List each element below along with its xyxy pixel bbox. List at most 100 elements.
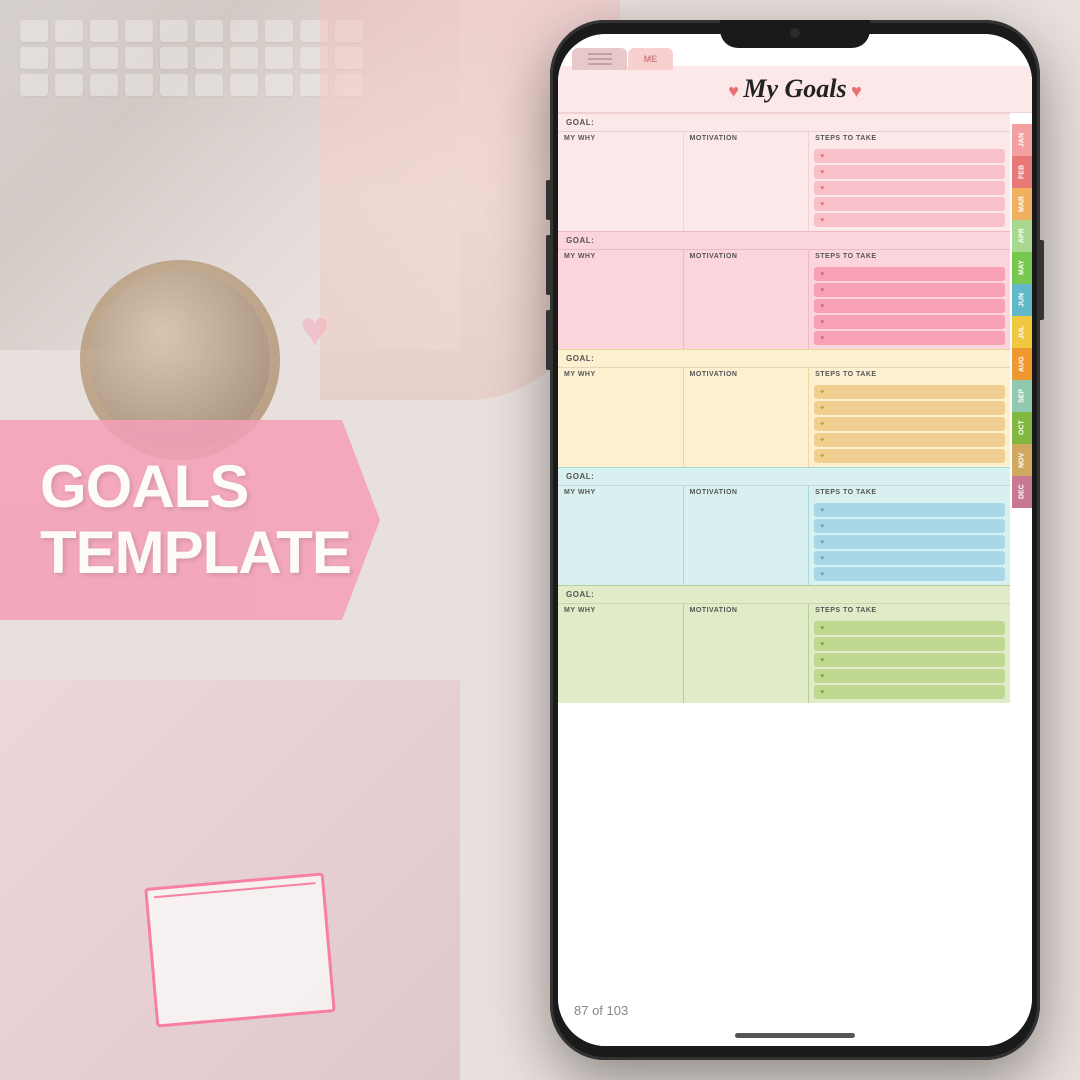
step-2-4: ♥ [814, 315, 1005, 329]
tab-lines [588, 53, 612, 65]
month-tab-apr: APR [1012, 220, 1032, 252]
month-tab-aug: AUG [1012, 348, 1032, 380]
planner-title-area: ♥ My Goals ♥ [558, 66, 1032, 113]
goal-5-table: MY WHY MOTIVATION STEPS TO TAKE ♥ ♥ [558, 603, 1010, 703]
keyboard-keys [20, 20, 365, 96]
goal-4-steps-col: ♥ ♥ ♥ ♥ ♥ [809, 499, 1010, 585]
step-1-2: ♥ [814, 165, 1005, 179]
month-tab-mar: MAR [1012, 188, 1032, 220]
step-5-5: ♥ [814, 685, 1005, 699]
col-header-motivation-4: MOTIVATION [684, 486, 809, 499]
goal-section-3: GOAL: MY WHY MOTIVATION STEPS TO TAKE [558, 349, 1010, 467]
step-4-4: ♥ [814, 551, 1005, 565]
col-header-why-5: MY WHY [558, 604, 683, 617]
goal-2-motivation-cell [684, 263, 809, 333]
step-2-3: ♥ [814, 299, 1005, 313]
planner-tab-me: ME [628, 48, 673, 70]
col-header-motivation-2: MOTIVATION [684, 250, 809, 263]
month-tab-oct: OCT [1012, 412, 1032, 444]
heart-right: ♥ [851, 81, 862, 101]
goal-4-why-cell [558, 499, 683, 569]
step-5-1: ♥ [814, 621, 1005, 635]
goal-1-motivation-cell [684, 145, 809, 215]
goal-1-header: GOAL: [558, 113, 1010, 131]
step-1-3: ♥ [814, 181, 1005, 195]
goal-1-why-cell [558, 145, 683, 215]
goal-section-4: GOAL: MY WHY MOTIVATION STEPS TO TAKE [558, 467, 1010, 585]
month-tab-may: MAY [1012, 252, 1032, 284]
col-header-steps-3: STEPS TO TAKE [809, 368, 1010, 381]
col-header-why-2: MY WHY [558, 250, 683, 263]
phone-btn-power [1040, 240, 1044, 320]
goal-3-why-cell [558, 381, 683, 451]
goal-section-1: GOAL: MY WHY MOTIVATION STEPS TO TAKE [558, 113, 1010, 231]
phone-frame: ME ♥ My Goals ♥ JAN FEB MAR APR MAY JUN … [550, 20, 1040, 1060]
step-4-2: ♥ [814, 519, 1005, 533]
step-3-1: ♥ [814, 385, 1005, 399]
bg-heart-decoration: ♥ [300, 300, 330, 358]
goal-5-motivation-cell [684, 617, 809, 697]
step-1-5: ♥ [814, 213, 1005, 227]
col-header-why-4: MY WHY [558, 486, 683, 499]
col-header-why-3: MY WHY [558, 368, 683, 381]
phone-btn-vol-down [546, 310, 550, 370]
step-1-4: ♥ [814, 197, 1005, 211]
phone-screen: ME ♥ My Goals ♥ JAN FEB MAR APR MAY JUN … [558, 34, 1032, 1046]
month-tab-feb: FEB [1012, 156, 1032, 188]
goal-4-table: MY WHY MOTIVATION STEPS TO TAKE ♥ ♥ [558, 485, 1010, 585]
planner-title: My Goals [743, 74, 846, 103]
bg-notebook [144, 872, 336, 1027]
col-header-steps-5: STEPS TO TAKE [809, 604, 1010, 617]
step-2-2: ♥ [814, 283, 1005, 297]
step-3-3: ♥ [814, 417, 1005, 431]
step-5-4: ♥ [814, 669, 1005, 683]
goal-2-header: GOAL: [558, 231, 1010, 249]
step-2-5: ♥ [814, 331, 1005, 345]
step-4-1: ♥ [814, 503, 1005, 517]
step-2-1: ♥ [814, 267, 1005, 281]
step-4-5: ♥ [814, 567, 1005, 581]
month-tab-jun: JUN [1012, 284, 1032, 316]
phone-btn-vol-up [546, 235, 550, 295]
month-tab-dec: DEC [1012, 476, 1032, 508]
goal-section-2: GOAL: MY WHY MOTIVATION STEPS TO TAKE [558, 231, 1010, 349]
label-text: GOALSTEMPLATE [40, 454, 351, 586]
step-4-3: ♥ [814, 535, 1005, 549]
goal-1-steps-col: ♥ ♥ ♥ ♥ ♥ [809, 145, 1010, 231]
goal-2-table: MY WHY MOTIVATION STEPS TO TAKE ♥ ♥ [558, 249, 1010, 349]
goal-3-header: GOAL: [558, 349, 1010, 367]
step-3-5: ♥ [814, 449, 1005, 463]
goals-list: GOAL: MY WHY MOTIVATION STEPS TO TAKE [558, 113, 1032, 1046]
col-header-motivation-3: MOTIVATION [684, 368, 809, 381]
planner-content: ME ♥ My Goals ♥ JAN FEB MAR APR MAY JUN … [558, 34, 1032, 1046]
col-header-steps-1: STEPS TO TAKE [809, 132, 1010, 145]
page-counter: 87 of 103 [574, 1003, 628, 1018]
phone-btn-mute [546, 180, 550, 220]
step-5-3: ♥ [814, 653, 1005, 667]
phone-home-indicator [735, 1033, 855, 1038]
goal-5-steps-col: ♥ ♥ ♥ ♥ ♥ [809, 617, 1010, 703]
goal-3-motivation-cell [684, 381, 809, 451]
goal-5-header: GOAL: [558, 585, 1010, 603]
step-5-2: ♥ [814, 637, 1005, 651]
goal-3-table: MY WHY MOTIVATION STEPS TO TAKE ♥ ♥ [558, 367, 1010, 467]
month-tab-jan: JAN [1012, 124, 1032, 156]
col-header-steps-2: STEPS TO TAKE [809, 250, 1010, 263]
goals-label-banner: GOALSTEMPLATE [0, 420, 380, 620]
step-3-4: ♥ [814, 433, 1005, 447]
goal-2-steps-col: ♥ ♥ ♥ ♥ ♥ [809, 263, 1010, 349]
goal-section-5: GOAL: MY WHY MOTIVATION STEPS TO TAKE [558, 585, 1010, 703]
month-tab-jul: JUL [1012, 316, 1032, 348]
col-header-motivation-5: MOTIVATION [684, 604, 809, 617]
planner-tab-icon [572, 48, 627, 70]
month-tab-sep: SEP [1012, 380, 1032, 412]
month-tabs: JAN FEB MAR APR MAY JUN JUL AUG SEP OCT … [1012, 124, 1032, 508]
col-header-steps-4: STEPS TO TAKE [809, 486, 1010, 499]
month-tab-nov: NOV [1012, 444, 1032, 476]
goal-5-why-cell [558, 617, 683, 697]
step-1-1: ♥ [814, 149, 1005, 163]
goal-1-table: MY WHY MOTIVATION STEPS TO TAKE ♥ ♥ [558, 131, 1010, 231]
step-3-2: ♥ [814, 401, 1005, 415]
goal-2-why-cell [558, 263, 683, 333]
goal-3-steps-col: ♥ ♥ ♥ ♥ ♥ [809, 381, 1010, 467]
